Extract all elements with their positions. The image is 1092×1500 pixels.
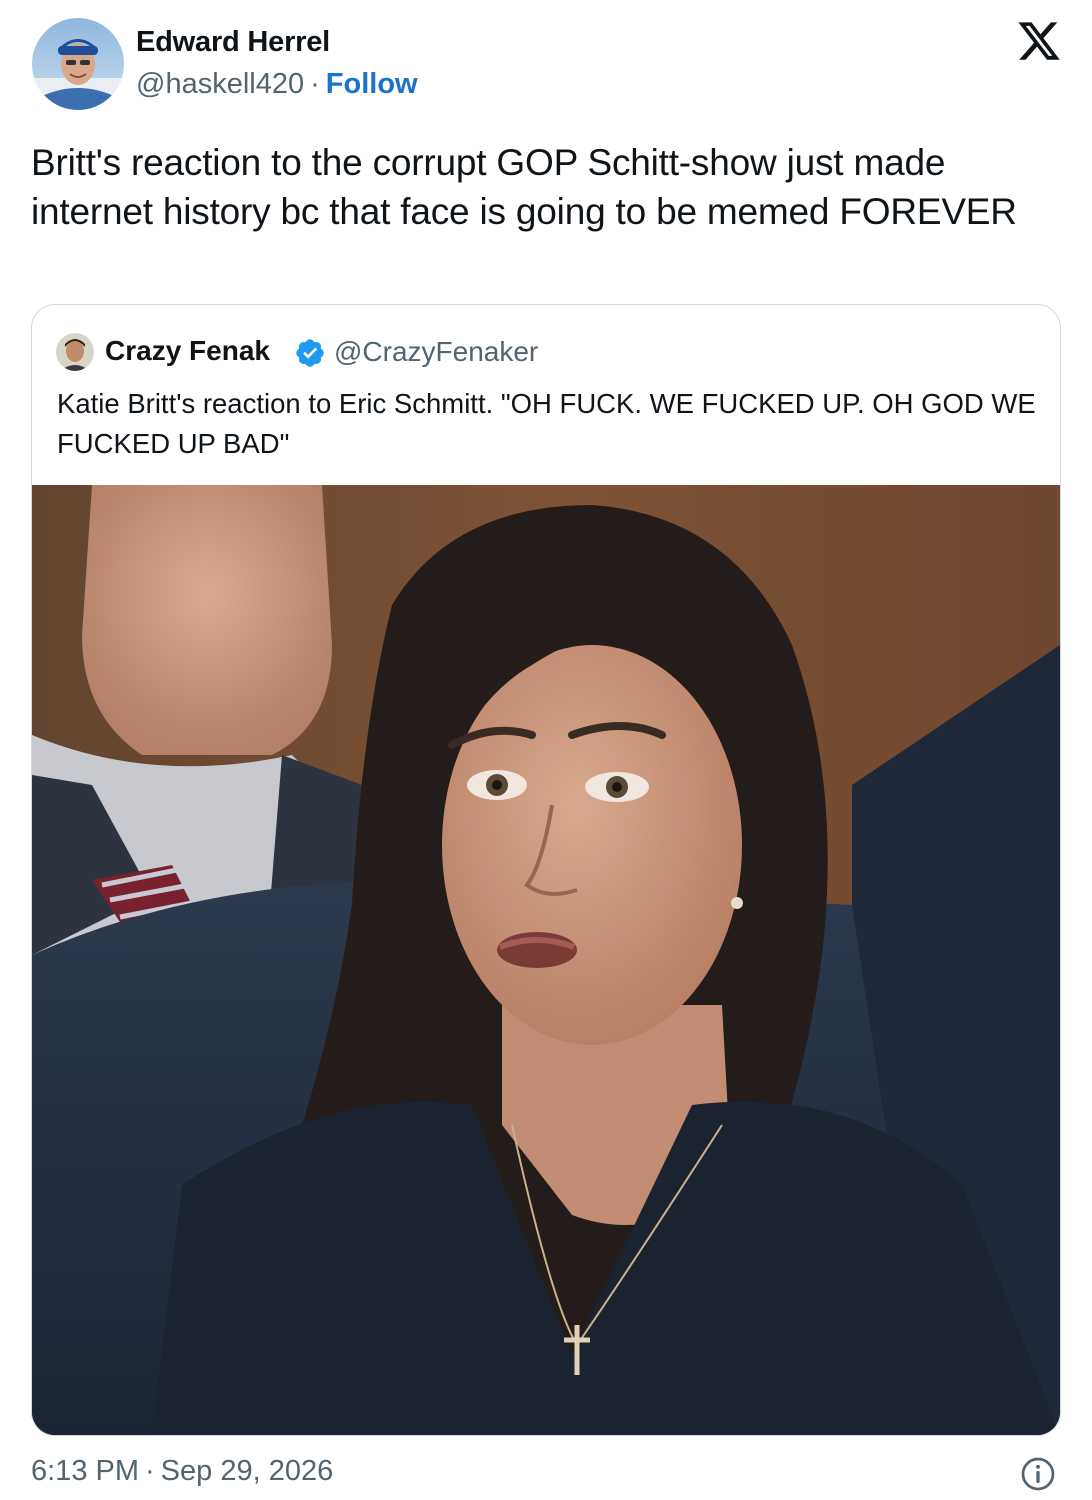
tweet-date: Sep 29, 2026 (160, 1455, 334, 1487)
quoted-tweet[interactable]: Crazy Fenak @CrazyFenaker Katie Britt's … (31, 304, 1061, 1436)
user-avatar-icon (32, 18, 124, 110)
info-icon[interactable] (1020, 1456, 1056, 1492)
quote-author-handle[interactable]: @CrazyFenaker (334, 336, 538, 368)
quote-author-avatar[interactable] (56, 333, 94, 371)
meta-separator: · (310, 68, 320, 100)
follow-button[interactable]: Follow (326, 68, 418, 100)
author-name[interactable]: Edward Herrel (136, 26, 330, 59)
quote-text: Katie Britt's reaction to Eric Schmitt. … (57, 388, 1036, 459)
timestamp-separator: · (145, 1455, 155, 1487)
tweet-text: Britt's reaction to the corrupt GOP Schi… (31, 142, 1017, 232)
tweet-card: Edward Herrel @haskell420 · Follow Britt's… (0, 0, 1092, 1500)
photo-image (32, 485, 1060, 1435)
verified-badge-icon (296, 339, 324, 367)
x-logo-icon[interactable] (1016, 18, 1062, 64)
author-avatar[interactable] (32, 18, 124, 110)
tweet-timestamp[interactable]: 6:13 PM · Sep 29, 2026 (31, 1455, 333, 1488)
quote-author-name[interactable]: Crazy Fenak (105, 335, 270, 367)
quote-avatar-icon (56, 333, 94, 371)
quote-photo[interactable] (32, 485, 1060, 1435)
author-meta: @haskell420 · Follow (136, 68, 418, 101)
author-handle[interactable]: @haskell420 (136, 68, 304, 100)
tweet-time: 6:13 PM (31, 1455, 139, 1487)
